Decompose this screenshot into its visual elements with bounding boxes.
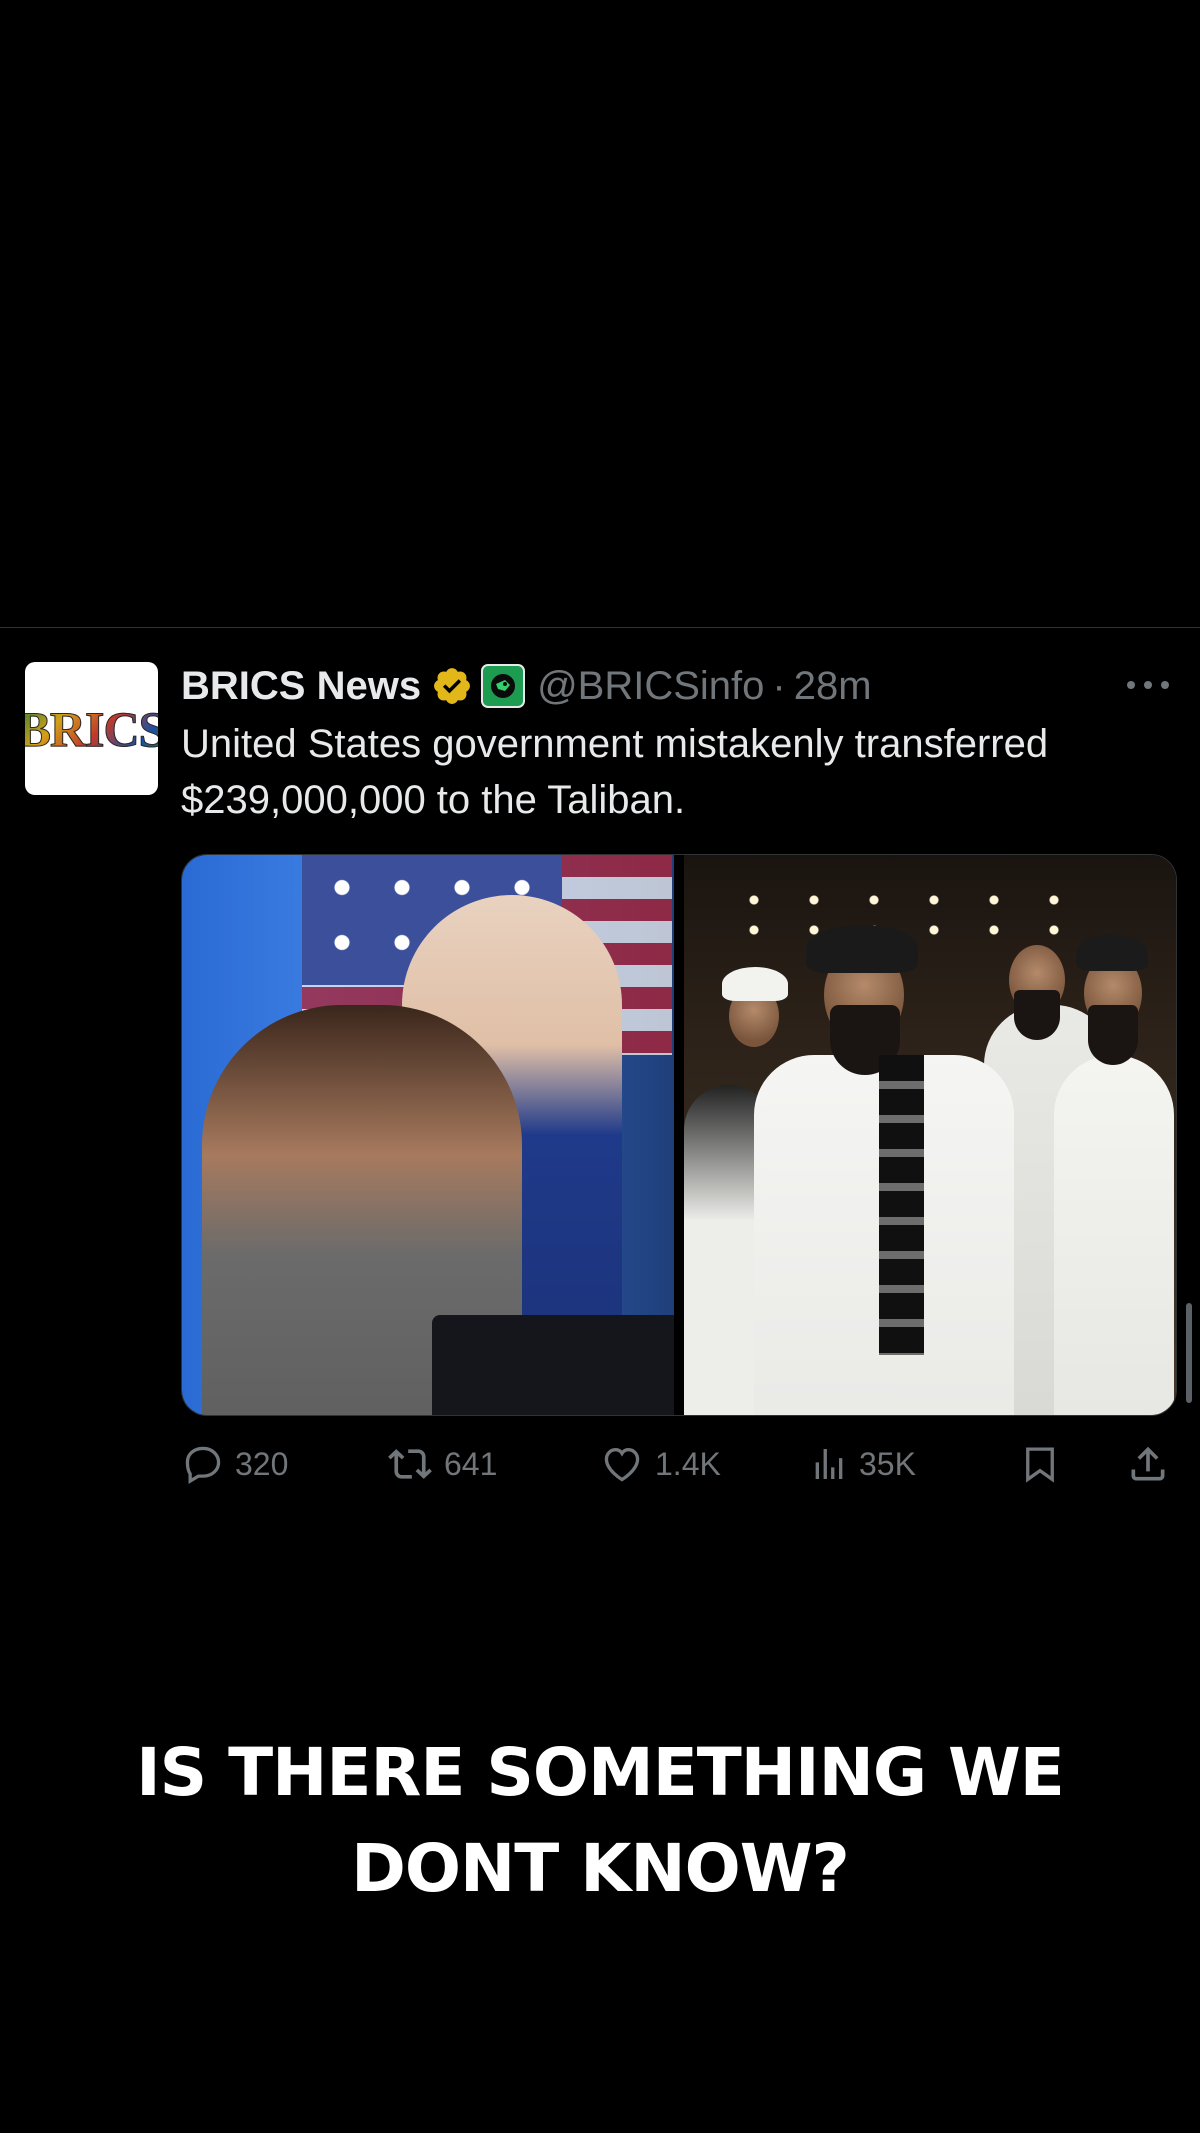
like-button[interactable]: 1.4K: [599, 1438, 721, 1490]
scarf: [879, 1055, 924, 1355]
views-icon: [815, 1449, 843, 1479]
like-count: 1.4K: [655, 1445, 721, 1482]
separator-dot: ·: [772, 663, 786, 708]
avatar[interactable]: BRICS: [25, 662, 158, 795]
more-dot: [1161, 681, 1169, 689]
tweet-header: BRICS News @BRICSinfo · 28m: [181, 656, 872, 716]
repost-icon: [388, 1449, 432, 1479]
person-turban: [806, 925, 918, 973]
photo-right[interactable]: [684, 855, 1176, 1415]
person-figure: [1054, 1055, 1174, 1415]
person-beard: [1014, 990, 1060, 1040]
affiliate-badge-icon[interactable]: [481, 664, 526, 708]
podium: [432, 1315, 674, 1415]
repost-count: 641: [444, 1445, 498, 1482]
timestamp[interactable]: 28m: [794, 664, 872, 709]
handle[interactable]: @BRICSinfo: [537, 664, 764, 709]
views-count: 35K: [859, 1445, 916, 1482]
repost-button[interactable]: 641: [386, 1438, 497, 1490]
page: BRICS BRICS News @BRICSinfo · 28m United…: [0, 0, 1200, 2133]
person-turban: [1076, 935, 1148, 971]
reply-count: 320: [235, 1445, 289, 1482]
media-grid: [181, 854, 1177, 1416]
more-dot: [1127, 681, 1135, 689]
photo-left[interactable]: [182, 855, 674, 1415]
bookmark-button[interactable]: [1019, 1438, 1061, 1490]
views-button[interactable]: 35K: [809, 1438, 916, 1490]
caption-line: IS THERE SOMETHING WE: [136, 1734, 1065, 1811]
tweet-card[interactable]: BRICS BRICS News @BRICSinfo · 28m United…: [0, 628, 1200, 1508]
display-name[interactable]: BRICS News: [181, 664, 421, 709]
bookmark-icon: [1026, 1447, 1054, 1483]
heart-icon: [604, 1448, 640, 1482]
caption-line: DONT KNOW?: [351, 1830, 850, 1907]
reply-button[interactable]: 320: [181, 1438, 288, 1490]
tweet-text: United States government mistakenly tran…: [181, 716, 1181, 828]
action-bar: 320 641 1.4K 35K: [181, 1438, 1175, 1490]
ceiling-lights: [724, 885, 1104, 945]
tweet-text-line: $239,000,000 to the Taliban.: [181, 778, 686, 822]
scrollbar[interactable]: [1186, 1303, 1192, 1403]
more-dot: [1144, 681, 1152, 689]
overlay-caption: IS THERE SOMETHING WE DONT KNOW?: [0, 1725, 1200, 1917]
reply-icon: [185, 1446, 221, 1484]
avatar-logo-text: BRICS: [25, 700, 158, 758]
share-button[interactable]: [1126, 1438, 1170, 1490]
person-turban: [722, 967, 788, 1001]
share-icon: [1131, 1446, 1165, 1481]
person-beard: [1088, 1005, 1138, 1065]
tweet-text-line: United States government mistakenly tran…: [181, 722, 1049, 766]
verified-badge-icon[interactable]: [431, 665, 473, 707]
more-options-icon[interactable]: [1127, 670, 1169, 700]
